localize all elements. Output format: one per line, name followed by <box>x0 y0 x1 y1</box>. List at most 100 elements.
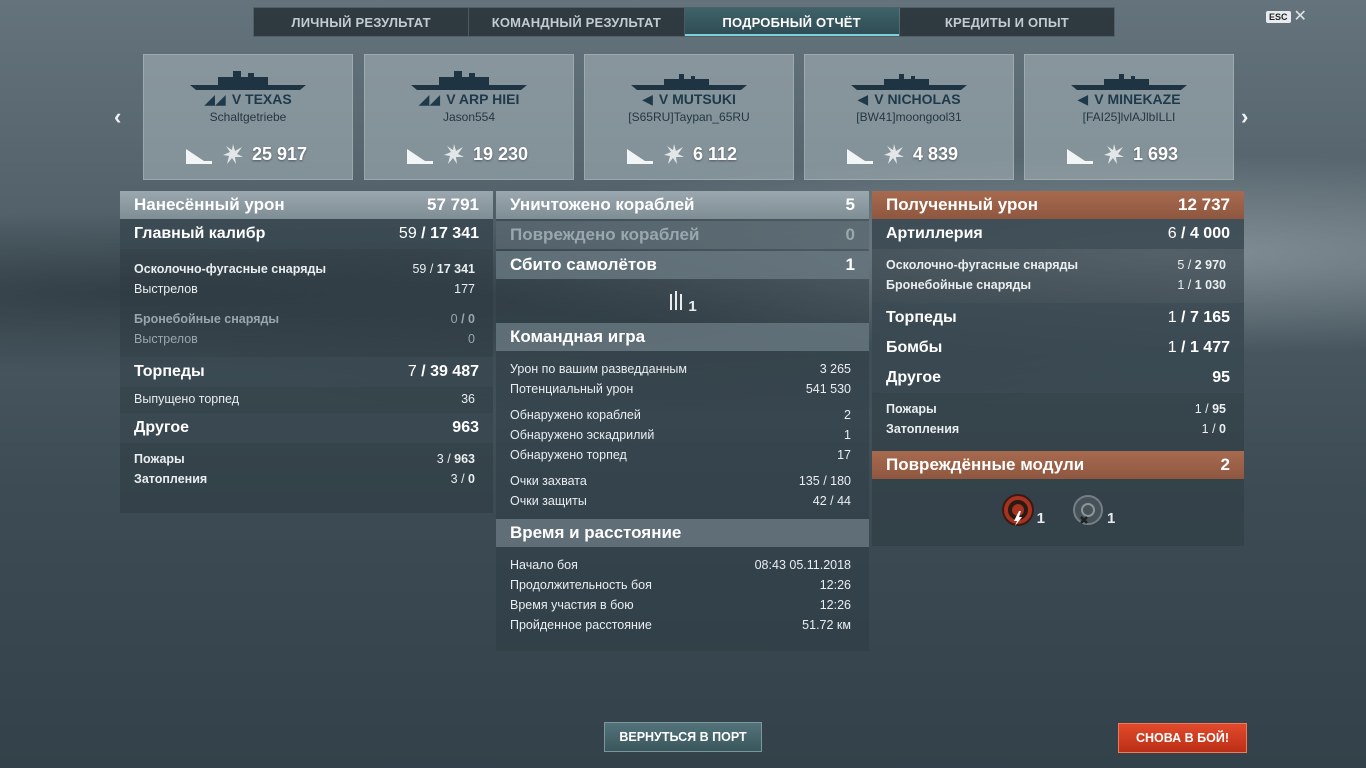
he-shells-row: Осколочно-фугасные снаряды 59 / 17 341 <box>134 262 475 276</box>
stat-row: Пройденное расстояние 51.72 км <box>510 618 851 632</box>
damage-value: 25 917 <box>252 143 308 164</box>
stat-row: Начало боя 08:43 05.11.2018 <box>510 558 851 572</box>
ships-destroyed-row: Уничтожено кораблей 5 <box>496 191 869 219</box>
explosion-damage-icon <box>223 144 243 164</box>
ship-card-stats: 19 230 <box>405 143 528 165</box>
stat-row: Обнаружено эскадрилий 1 <box>510 428 851 442</box>
close-icon[interactable]: ✕ <box>1294 9 1307 25</box>
sunk-ship-icon <box>627 149 653 164</box>
ship-card-stats: 6 112 <box>625 143 737 165</box>
damage-value: 4 839 <box>913 143 959 164</box>
steering-module: 1 <box>1071 493 1115 527</box>
sunk-ship-icon <box>407 149 433 164</box>
prev-arrow-icon[interactable]: ‹ <box>114 104 121 130</box>
damaged-modules-list: 1 1 <box>872 493 1244 527</box>
artillery-row: Артиллерия 6 / 4 000 <box>872 219 1244 249</box>
received-bombs-row: Бомбы 1 / 1 477 <box>872 333 1244 363</box>
fires-row: Пожары 3 / 963 <box>134 452 475 466</box>
ship-card-stats: 1 693 <box>1065 143 1178 165</box>
tab-credits-xp[interactable]: КРЕДИТЫ И ОПЫТ <box>900 8 1114 36</box>
received-torpedoes-row: Торпеды 1 / 7 165 <box>872 303 1244 333</box>
steering-damage-icon <box>1073 495 1103 525</box>
received-damage-panel: Полученный урон 12 737 Артиллерия 6 / 4 0… <box>872 191 1244 546</box>
explosion-damage-icon <box>884 144 904 164</box>
received-fires-row: Пожары 1 / 95 <box>886 402 1226 416</box>
battle-again-button[interactable]: СНОВА В БОЙ! <box>1118 723 1247 753</box>
destroyer-icon: ◀ <box>857 91 869 107</box>
stat-row: Обнаружено кораблей 2 <box>510 408 851 422</box>
ship-name: ◢◢ V TEXAS <box>204 91 292 107</box>
damage-value: 19 230 <box>473 143 529 164</box>
esc-close-button[interactable]: ESC ✕ <box>1266 9 1307 25</box>
destroyer-icon: ◀ <box>642 91 653 107</box>
ship-card[interactable]: ◀ V MUTSUKI [S65RU]Taypan_65RU 6 112 <box>584 54 794 180</box>
battleship-icon: ◢◢ <box>204 91 226 107</box>
ship-name: ◀ V MUTSUKI <box>642 91 736 107</box>
other-damage-row: Другое 963 <box>120 413 493 443</box>
ship-name: ◢◢ V ARP HIEI <box>418 91 520 107</box>
ship-silhouette-icon <box>190 71 306 90</box>
player-name: [FAI25]lvlAJlbILLI <box>1082 110 1176 124</box>
ship-card[interactable]: ◢◢ V TEXAS Schaltgetriebe 25 917 <box>143 54 353 180</box>
received-floods-row: Затопления 1 / 0 <box>886 422 1226 436</box>
explosion-damage-icon <box>444 144 464 164</box>
tab-bar: ЛИЧНЫЙ РЕЗУЛЬТАТ КОМАНДНЫЙ РЕЗУЛЬТАТ ПОД… <box>253 7 1115 37</box>
team-play-header: Командная игра <box>496 323 869 351</box>
ship-card[interactable]: ◢◢ V ARP HIEI Jason554 19 230 <box>364 54 574 180</box>
ship-card-stats: 4 839 <box>845 143 958 165</box>
engine-module: 1 <box>1001 493 1045 527</box>
torps-launched-row: Выпущено торпед 36 <box>134 392 475 406</box>
ship-card-stats: 25 917 <box>184 143 307 165</box>
damaged-modules-header: Повреждённые модули 2 <box>872 451 1244 479</box>
plane-kill-icon <box>670 291 683 310</box>
player-name: [S65RU]Taypan_65RU <box>628 110 750 124</box>
received-other-row: Другое 95 <box>872 363 1244 393</box>
ap-shells-row: Бронебойные снаряды 0 / 0 <box>134 312 475 326</box>
explosion-damage-icon <box>664 144 684 164</box>
destroyer-icon: ◀ <box>1077 91 1089 107</box>
stat-row: Продолжительность боя 12:26 <box>510 578 851 592</box>
stat-row: Урон по вашим разведданным 3 265 <box>510 362 851 376</box>
ap-shots-row: Выстрелов 0 <box>134 332 475 346</box>
planes-shot-down-row: Сбито самолётов 1 <box>496 251 869 279</box>
explosion-damage-icon <box>1104 144 1124 164</box>
sunk-ship-icon <box>847 149 873 164</box>
player-name: Jason554 <box>442 110 496 124</box>
battle-summary-panel: Уничтожено кораблей 5 Повреждено кораблей… <box>496 191 869 651</box>
main-battery-row: Главный калибр 59 / 17 341 <box>120 219 493 249</box>
floods-row: Затопления 3 / 0 <box>134 472 475 486</box>
tab-personal-result[interactable]: ЛИЧНЫЙ РЕЗУЛЬТАТ <box>254 8 470 36</box>
ship-silhouette-icon <box>631 74 747 90</box>
ship-silhouette-icon <box>851 74 967 90</box>
stat-row: Очки захвата 135 / 180 <box>510 474 851 488</box>
ship-name: ◀ V NICHOLAS <box>857 91 961 107</box>
tab-detailed-report[interactable]: ПОДРОБНЫЙ ОТЧЁТ <box>684 8 900 36</box>
ship-card[interactable]: ◀ V MINEKAZE [FAI25]lvlAJlbILLI 1 693 <box>1024 54 1234 180</box>
player-name: Schaltgetriebe <box>209 110 287 124</box>
stat-row: Обнаружено торпед 17 <box>510 448 851 462</box>
ship-silhouette-icon <box>411 71 527 90</box>
esc-key-label: ESC <box>1266 11 1291 23</box>
ships-damaged-row: Повреждено кораблей 0 <box>496 221 869 249</box>
ship-card[interactable]: ◀ V NICHOLAS [BW41]moongool31 4 839 <box>804 54 1014 180</box>
damage-value: 1 693 <box>1133 143 1179 164</box>
received-damage-header: Полученный урон 12 737 <box>872 191 1244 219</box>
stat-row: Время участия в бою 12:26 <box>510 598 851 612</box>
next-arrow-icon[interactable]: › <box>1241 104 1248 130</box>
plane-kills-ribbon: 1 <box>496 279 869 323</box>
stat-row: Потенциальный урон 541 530 <box>510 382 851 396</box>
return-to-port-button[interactable]: ВЕРНУТЬСЯ В ПОРТ <box>604 722 762 752</box>
ship-name: ◀ V MINEKAZE <box>1077 91 1181 107</box>
sunk-ship-icon <box>186 149 212 164</box>
battleship-icon: ◢◢ <box>418 91 441 107</box>
received-ap-row: Бронебойные снаряды 1 / 1 030 <box>886 278 1226 292</box>
time-distance-header: Время и расстояние <box>496 519 869 547</box>
damage-value: 6 112 <box>693 143 738 164</box>
ship-silhouette-icon <box>1071 74 1187 90</box>
dealt-damage-header: Нанесённый урон 57 791 <box>120 191 493 219</box>
sunk-ship-icon <box>1067 149 1093 164</box>
he-shots-row: Выстрелов 177 <box>134 282 475 296</box>
stat-row: Очки защиты 42 / 44 <box>510 494 851 508</box>
tab-team-result[interactable]: КОМАНДНЫЙ РЕЗУЛЬТАТ <box>469 8 685 36</box>
received-he-row: Осколочно-фугасные снаряды 5 / 2 970 <box>886 258 1226 272</box>
